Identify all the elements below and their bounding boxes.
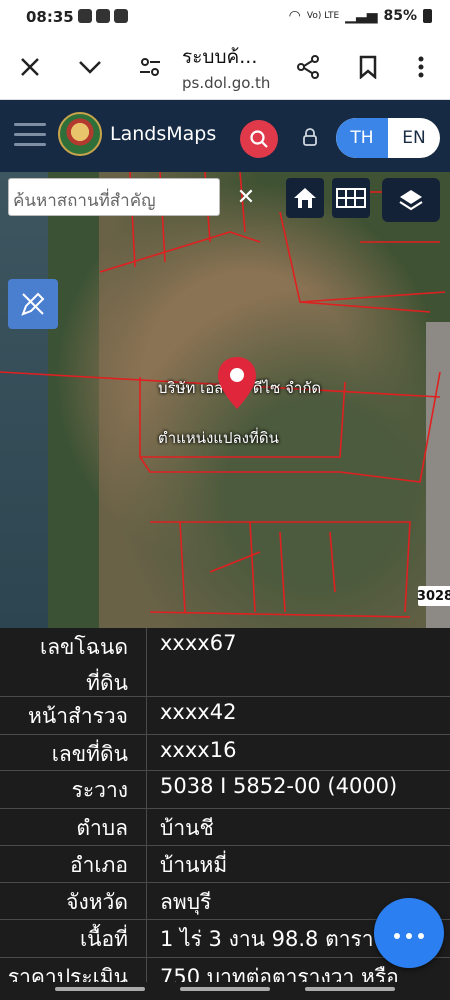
info-key: ตำบล [76, 816, 128, 840]
info-key: ระวาง [71, 778, 128, 802]
info-key: เลขที่ดิน [51, 742, 128, 766]
search-placeholder: ค้นหาสถานที่สำคัญ [13, 191, 156, 211]
department-logo [58, 112, 102, 156]
info-value: xxxx16 [160, 738, 237, 762]
row-divider [146, 883, 147, 919]
signal-icon: ▁▃▅ [345, 8, 378, 24]
info-value: บ้านหมี่ [160, 853, 228, 877]
info-key: เลขโฉนด [40, 635, 128, 659]
bookmark-icon[interactable] [351, 50, 385, 84]
battery-icon [423, 9, 432, 23]
info-row: อำเภอ บ้านหมี่ [0, 846, 450, 883]
gallery-icon [78, 9, 92, 23]
chat-icon [96, 9, 110, 23]
info-row: เลขโฉนด xxxx67 [0, 628, 450, 664]
browser-page-title: ระบบค้... [182, 46, 258, 68]
draw-icon [21, 292, 45, 316]
signal-text: Vo) LTE [306, 11, 340, 21]
info-value: xxxx42 [160, 700, 237, 724]
more-horiz-icon [391, 924, 427, 943]
wifi-icon: ◠ [288, 8, 301, 24]
chevron-down-icon[interactable] [73, 50, 107, 84]
browser-bar: ระบบค้... ps.dol.go.th [0, 34, 450, 100]
nav-pill-right [305, 987, 395, 991]
more-vert-icon[interactable] [404, 50, 438, 84]
info-key: อำเภอ [69, 853, 128, 877]
row-divider [146, 809, 147, 845]
more-options-button[interactable] [374, 898, 444, 968]
info-value: บ้านชี [160, 816, 214, 840]
status-time: 08:35 [26, 8, 74, 26]
place-search-input[interactable]: ค้นหาสถานที่สำคัญ [8, 178, 220, 216]
nav-pill-left [55, 987, 145, 991]
home-icon [294, 188, 316, 208]
info-value: 5038 I 5852-00 (4000) [160, 774, 398, 798]
info-row: ระวาง 5038 I 5852-00 (4000) [0, 771, 450, 809]
grid-button[interactable] [332, 178, 370, 218]
clear-search-icon[interactable]: ✕ [228, 178, 264, 216]
row-divider [146, 846, 147, 882]
nav-pill-center [180, 987, 270, 991]
brand-name: LandsMaps [110, 123, 217, 145]
row-divider [146, 664, 147, 696]
layers-button[interactable] [382, 178, 440, 222]
draw-tool-button[interactable] [8, 279, 58, 329]
share-icon[interactable] [291, 50, 325, 84]
status-right: ◠ Vo) LTE ▁▃▅ 85% [289, 8, 432, 24]
system-nav-bar [0, 982, 450, 1000]
menu-icon[interactable] [14, 123, 46, 153]
info-row: หน้าสำรวจ xxxx42 [0, 697, 450, 735]
info-row: ที่ดิน [0, 664, 450, 697]
info-value: 1 ไร่ 3 งาน 98.8 ตารางวา [160, 927, 408, 951]
browser-url[interactable]: ps.dol.go.th [182, 74, 270, 92]
lock-icon[interactable] [302, 127, 318, 147]
parcel-location-label: ตำแหน่งแปลงที่ดิน [158, 429, 279, 447]
info-key: จังหวัด [66, 890, 128, 914]
status-bar: 08:35 ◠ Vo) LTE ▁▃▅ 85% [0, 0, 450, 34]
lang-en-button[interactable]: EN [388, 118, 440, 158]
route-number-badge: 3028 [417, 586, 450, 606]
info-key: ที่ดิน [86, 671, 128, 695]
info-row: เลขที่ดิน xxxx16 [0, 735, 450, 771]
row-divider [146, 697, 147, 734]
info-key: หน้าสำรวจ [28, 704, 128, 728]
location-pin-icon[interactable] [216, 355, 258, 411]
search-button[interactable] [240, 120, 278, 158]
row-divider [146, 735, 147, 770]
layers-icon [399, 190, 423, 211]
battery-text: 85% [383, 8, 417, 24]
info-key: เนื้อที่ [80, 927, 128, 951]
lang-th-button[interactable]: TH [336, 118, 388, 158]
info-value: xxxx67 [160, 631, 237, 655]
row-divider [146, 771, 147, 808]
search-icon [250, 130, 268, 148]
tune-icon[interactable] [133, 50, 167, 84]
checkbox-icon [114, 9, 128, 23]
language-toggle[interactable]: TH EN [336, 118, 440, 158]
info-value: ลพบุรี [160, 890, 212, 914]
home-button[interactable] [286, 178, 324, 218]
notification-icons [78, 9, 128, 23]
row-divider [146, 920, 147, 957]
row-divider [146, 628, 147, 664]
close-icon[interactable] [13, 50, 47, 84]
info-row: ตำบล บ้านชี [0, 809, 450, 846]
grid-icon [336, 188, 366, 208]
